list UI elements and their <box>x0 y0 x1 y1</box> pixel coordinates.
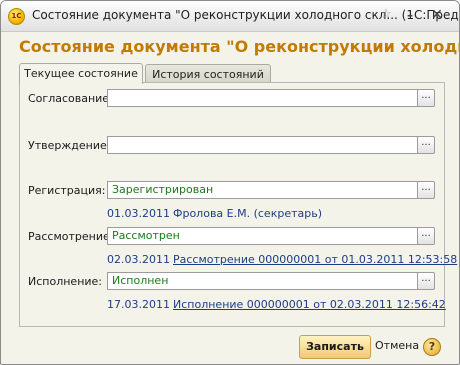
agreement-field[interactable] <box>107 89 421 107</box>
registration-person: Фролова Е.М. (секретарь) <box>173 207 322 220</box>
review-document-link[interactable]: Рассмотрение 000000001 от 01.03.2011 12:… <box>173 253 457 266</box>
tab-panel <box>19 82 445 327</box>
approval-label: Утверждение: <box>28 139 111 152</box>
review-field[interactable]: Рассмотрен <box>107 227 421 245</box>
registration-field[interactable]: Зарегистрирован <box>107 181 421 199</box>
registration-date: 01.03.2011 <box>107 207 170 220</box>
agreement-select-button[interactable]: ... <box>417 89 435 107</box>
execution-label: Исполнение: <box>28 275 103 288</box>
execution-select-button[interactable]: ... <box>417 272 435 290</box>
tab-state-history[interactable]: История состояний <box>145 64 271 84</box>
review-select-button[interactable]: ... <box>417 227 435 245</box>
registration-select-button[interactable]: ... <box>417 181 435 199</box>
review-label: Рассмотрение: <box>28 230 114 243</box>
registration-label: Регистрация: <box>28 184 106 197</box>
1c-logo-icon: 1C <box>8 8 25 25</box>
window-title: Состояние документа "О реконструкции хол… <box>32 8 459 22</box>
execution-date: 17.03.2011 <box>107 298 170 311</box>
title-bar[interactable]: 1C Состояние документа "О реконструкции … <box>1 1 459 32</box>
approval-select-button[interactable]: ... <box>417 136 435 154</box>
page-title: Состояние документа "О реконструкции хол… <box>19 37 460 56</box>
execution-document-link[interactable]: Исполнение 000000001 от 02.03.2011 12:56… <box>173 298 446 311</box>
execution-field[interactable]: Исполнен <box>107 272 421 290</box>
minimize-icon[interactable]: – <box>402 7 418 23</box>
agreement-label: Согласование: <box>28 92 113 105</box>
help-icon[interactable]: ? <box>423 338 441 356</box>
dialog-window: 1C Состояние документа "О реконструкции … <box>0 0 460 365</box>
close-icon[interactable]: ✕ <box>429 7 445 23</box>
approval-field[interactable] <box>107 136 421 154</box>
cancel-button[interactable]: Отмена <box>375 339 419 352</box>
favorite-star-icon[interactable]: ☆ <box>378 7 394 23</box>
review-date: 02.03.2011 <box>107 253 170 266</box>
save-button[interactable]: Записать <box>299 335 371 359</box>
tab-current-state[interactable]: Текущее состояние <box>19 63 143 84</box>
